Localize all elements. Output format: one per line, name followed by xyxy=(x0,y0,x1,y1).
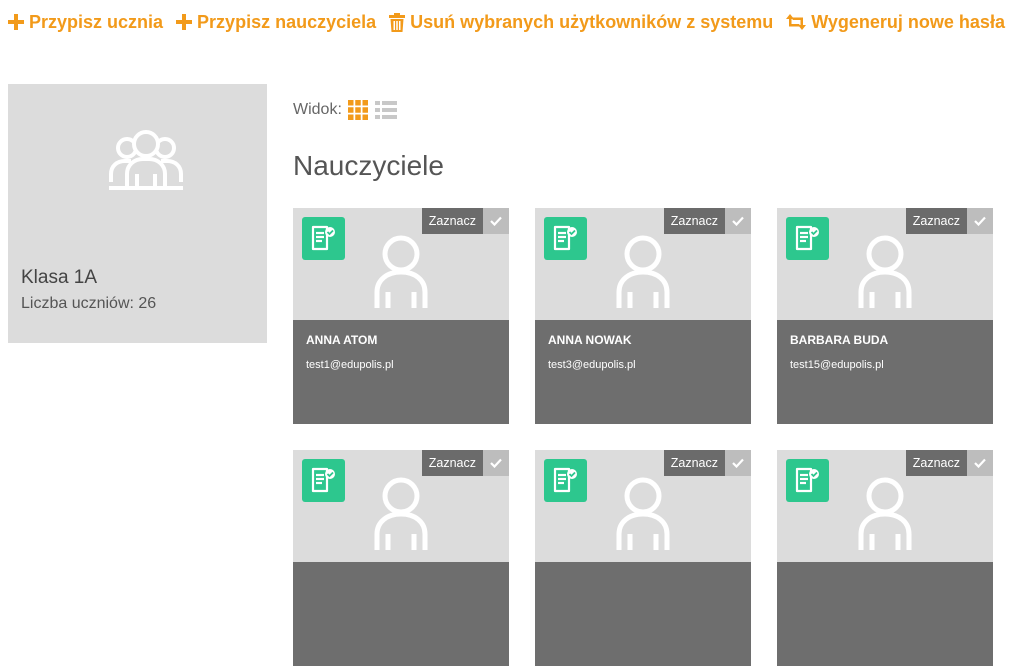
select-label: Zaznacz xyxy=(421,450,483,476)
user-avatar-icon xyxy=(858,235,912,308)
toolbar: Przypisz ucznia Przypisz nauczyciela Usu… xyxy=(8,8,1018,36)
user-avatar-icon xyxy=(374,235,428,308)
teacher-email: test1@edupolis.pl xyxy=(306,359,394,371)
teacher-name: ANNA ATOM xyxy=(306,333,378,347)
check-icon[interactable] xyxy=(483,208,509,234)
teacher-photo-area: Zaznacz xyxy=(535,208,751,320)
select-label: Zaznacz xyxy=(663,450,725,476)
teacher-info xyxy=(777,562,993,666)
delete-selected-button[interactable]: Usuń wybranych użytkowników z systemu xyxy=(389,12,773,33)
class-name: Klasa 1A xyxy=(21,267,98,288)
trash-icon xyxy=(389,12,406,32)
document-check-icon xyxy=(795,225,819,250)
class-card[interactable]: Klasa 1A Liczba uczniów: 26 xyxy=(8,84,267,343)
assign-student-button[interactable]: Przypisz ucznia xyxy=(8,12,163,33)
teacher-info xyxy=(535,562,751,666)
select-toggle[interactable]: Zaznacz xyxy=(905,208,993,234)
list-view-icon[interactable] xyxy=(374,100,397,120)
document-check-icon xyxy=(795,467,819,492)
teacher-photo-area: Zaznacz xyxy=(777,208,993,320)
teacher-card[interactable]: Zaznacz xyxy=(777,450,993,666)
select-toggle[interactable]: Zaznacz xyxy=(663,208,751,234)
assign-teacher-label: Przypisz nauczyciela xyxy=(197,11,377,32)
teacher-badge xyxy=(786,459,829,502)
teacher-info: ANNA ATOM test1@edupolis.pl xyxy=(293,320,509,424)
select-label: Zaznacz xyxy=(663,208,725,234)
check-icon[interactable] xyxy=(483,450,509,476)
teacher-badge xyxy=(544,459,587,502)
student-count: Liczba uczniów: 26 xyxy=(21,295,157,312)
section-title: Nauczyciele xyxy=(293,150,444,181)
select-toggle[interactable]: Zaznacz xyxy=(663,450,751,476)
select-toggle[interactable]: Zaznacz xyxy=(421,208,509,234)
teacher-name: BARBARA BUDA xyxy=(790,333,889,347)
document-check-icon xyxy=(311,467,335,492)
select-label: Zaznacz xyxy=(905,450,967,476)
teacher-name: ANNA NOWAK xyxy=(548,333,632,347)
select-label: Zaznacz xyxy=(905,208,967,234)
view-label: Widok: xyxy=(293,101,342,118)
teacher-info: BARBARA BUDA test15@edupolis.pl xyxy=(777,320,993,424)
teacher-card[interactable]: Zaznacz BARBARA BUDA test15@edupolis.pl xyxy=(777,208,993,424)
teacher-card[interactable]: Zaznacz xyxy=(293,450,509,666)
user-avatar-icon xyxy=(616,477,670,550)
teacher-card[interactable]: Zaznacz ANNA NOWAK test3@edupolis.pl xyxy=(535,208,751,424)
regenerate-passwords-label: Wygeneruj nowe hasła xyxy=(811,11,1005,32)
select-toggle[interactable]: Zaznacz xyxy=(905,450,993,476)
assign-teacher-button[interactable]: Przypisz nauczyciela xyxy=(176,12,376,33)
check-icon[interactable] xyxy=(967,450,993,476)
teacher-card[interactable]: Zaznacz xyxy=(535,450,751,666)
select-toggle[interactable]: Zaznacz xyxy=(421,450,509,476)
user-avatar-icon xyxy=(374,477,428,550)
plus-icon xyxy=(176,14,193,30)
check-icon[interactable] xyxy=(967,208,993,234)
teacher-email: test15@edupolis.pl xyxy=(790,359,884,371)
teacher-photo-area: Zaznacz xyxy=(777,450,993,562)
teacher-card[interactable]: Zaznacz ANNA ATOM test1@edupolis.pl xyxy=(293,208,509,424)
teacher-photo-area: Zaznacz xyxy=(293,450,509,562)
user-avatar-icon xyxy=(616,235,670,308)
check-icon[interactable] xyxy=(725,208,751,234)
teacher-badge xyxy=(302,217,345,260)
retweet-icon xyxy=(786,14,807,30)
teacher-badge xyxy=(544,217,587,260)
document-check-icon xyxy=(553,225,577,250)
regenerate-passwords-button[interactable]: Wygeneruj nowe hasła xyxy=(786,12,1005,33)
teacher-info xyxy=(293,562,509,666)
select-label: Zaznacz xyxy=(421,208,483,234)
user-avatar-icon xyxy=(858,477,912,550)
teacher-badge xyxy=(786,217,829,260)
teacher-info: ANNA NOWAK test3@edupolis.pl xyxy=(535,320,751,424)
check-icon[interactable] xyxy=(725,450,751,476)
delete-selected-label: Usuń wybranych użytkowników z systemu xyxy=(410,11,774,32)
plus-icon xyxy=(8,14,24,30)
teacher-photo-area: Zaznacz xyxy=(535,450,751,562)
assign-student-label: Przypisz ucznia xyxy=(29,11,164,32)
document-check-icon xyxy=(311,225,335,250)
grid-view-icon[interactable] xyxy=(347,100,368,120)
teacher-photo-area: Zaznacz xyxy=(293,208,509,320)
document-check-icon xyxy=(553,467,577,492)
group-users-icon xyxy=(109,130,183,190)
teacher-email: test3@edupolis.pl xyxy=(548,359,636,371)
view-switcher: Widok: xyxy=(293,100,404,120)
teacher-badge xyxy=(302,459,345,502)
